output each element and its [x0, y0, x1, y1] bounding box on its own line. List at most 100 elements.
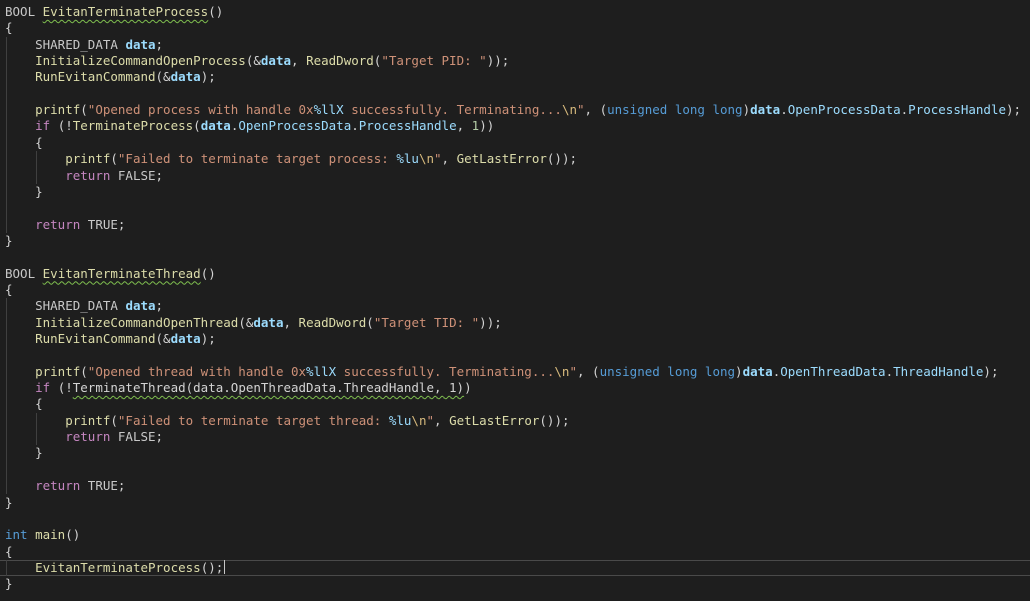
code-token: { [5, 396, 43, 412]
code-token: (& [245, 53, 261, 69]
code-line[interactable] [0, 462, 1030, 478]
code-token: , [434, 412, 450, 428]
code-line[interactable]: RunEvitanCommand(&data); [0, 69, 1030, 85]
code-line[interactable] [0, 86, 1030, 102]
code-line[interactable]: { [0, 544, 1030, 560]
code-editor[interactable]: BOOL EvitanTerminateProcess(){ SHARED_DA… [0, 0, 1030, 601]
code-token: TRUE [87, 216, 118, 232]
code-token: ); [200, 331, 216, 346]
code-token: data [750, 102, 781, 118]
code-line[interactable]: { [0, 282, 1030, 298]
code-line[interactable]: return TRUE; [0, 478, 1030, 494]
indent-guide [36, 412, 38, 446]
code-line[interactable]: BOOL EvitanTerminateProcess() [0, 4, 1030, 20]
code-line[interactable]: int main() [0, 527, 1030, 543]
indent-guide [36, 151, 38, 184]
code-line[interactable]: } [0, 576, 1030, 592]
code-text: InitializeCommandOpenThread(&data, ReadD… [5, 315, 502, 331]
code-token: printf [35, 363, 81, 379]
code-text: EvitanTerminateProcess(); [5, 559, 226, 576]
code-line[interactable]: InitializeCommandOpenThread(&data, ReadD… [0, 315, 1030, 331]
code-line[interactable]: if (!TerminateProcess(data.OpenProcessDa… [0, 118, 1030, 134]
code-token: () [208, 4, 224, 19]
code-line[interactable]: } [0, 445, 1030, 461]
code-token: data [260, 53, 291, 69]
code-line[interactable]: SHARED_DATA data; [0, 298, 1030, 314]
code-token: "Target PID: " [381, 53, 487, 69]
code-line[interactable]: printf("Failed to terminate target threa… [0, 413, 1030, 429]
code-token: )); [486, 53, 510, 69]
code-token: return [35, 478, 81, 494]
code-line[interactable]: { [0, 135, 1030, 151]
code-token: } [5, 183, 43, 199]
code-token: ( [110, 412, 118, 428]
code-token: . [351, 118, 359, 134]
code-token: ( [80, 102, 88, 118]
code-line[interactable]: printf("Failed to terminate target proce… [0, 151, 1030, 167]
code-token: ; [117, 478, 126, 494]
code-line[interactable] [0, 347, 1030, 363]
code-line[interactable]: } [0, 233, 1030, 249]
code-line[interactable]: return FALSE; [0, 429, 1030, 445]
code-token: { [5, 543, 13, 559]
code-token: "Opened process with handle 0x [87, 102, 314, 118]
code-token: , [456, 118, 472, 134]
code-token: ; [155, 429, 164, 445]
code-token: \n [554, 363, 570, 379]
code-text: RunEvitanCommand(&data); [5, 331, 216, 347]
code-token: ( [193, 118, 201, 134]
code-token: BOOL [5, 4, 36, 19]
code-text: } [5, 495, 13, 511]
code-token: successfully. Terminating... [336, 363, 555, 379]
code-token: )) [479, 118, 495, 134]
code-token: \n [561, 102, 577, 118]
code-line[interactable]: } [0, 184, 1030, 200]
code-line[interactable]: { [0, 20, 1030, 36]
code-token: , [283, 314, 299, 330]
code-token: } [5, 445, 43, 461]
code-token: data [742, 363, 773, 379]
code-line[interactable]: EvitanTerminateProcess(); [0, 559, 1030, 576]
code-token: " [577, 102, 585, 118]
code-line[interactable]: printf("Opened process with handle 0x%ll… [0, 102, 1030, 118]
code-token: (! [50, 380, 73, 396]
code-text: } [5, 445, 43, 461]
code-line[interactable] [0, 511, 1030, 527]
code-text: RunEvitanCommand(&data); [5, 69, 216, 85]
code-line[interactable] [0, 200, 1030, 216]
code-token: RunEvitanCommand [35, 69, 156, 85]
code-token: () [200, 265, 216, 281]
code-token: ; [117, 216, 126, 232]
code-line[interactable]: SHARED_DATA data; [0, 37, 1030, 53]
code-line[interactable]: InitializeCommandOpenProcess(&data, Read… [0, 53, 1030, 69]
code-text: if (!TerminateProcess(data.OpenProcessDa… [5, 118, 494, 134]
code-line[interactable]: return FALSE; [0, 168, 1030, 184]
indent-guide [6, 298, 7, 495]
code-token: printf [65, 151, 111, 167]
code-line[interactable]: if (!TerminateThread(data.OpenThreadData… [0, 380, 1030, 396]
code-token: ReadDword [306, 53, 374, 69]
code-line[interactable] [0, 249, 1030, 265]
code-token: GetLastError [449, 412, 540, 428]
code-token: data [253, 314, 284, 330]
code-line[interactable]: return TRUE; [0, 217, 1030, 233]
code-token: main [35, 527, 66, 543]
code-line[interactable]: printf("Opened thread with handle 0x%llX… [0, 364, 1030, 380]
code-line[interactable]: { [0, 396, 1030, 412]
code-line[interactable]: RunEvitanCommand(&data); [0, 331, 1030, 347]
code-line[interactable]: BOOL EvitanTerminateThread() [0, 266, 1030, 282]
code-token: TerminateThread(data.OpenThreadData.Thre… [72, 380, 465, 396]
code-token: . [885, 363, 894, 379]
code-text: if (!TerminateThread(data.OpenThreadData… [5, 380, 472, 396]
code-line[interactable]: } [0, 495, 1030, 511]
